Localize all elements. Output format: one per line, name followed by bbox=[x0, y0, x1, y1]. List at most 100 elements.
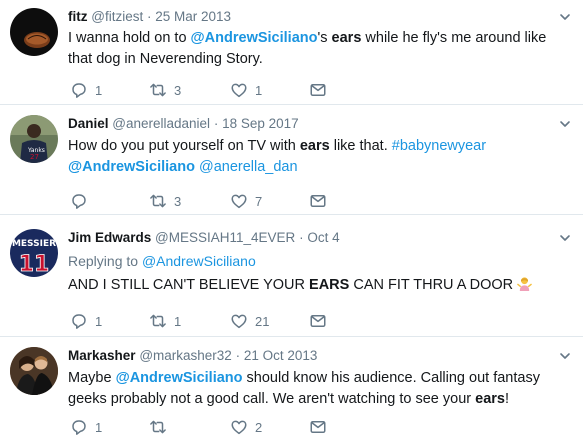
mention-link[interactable]: @AndrewSiciliano bbox=[68, 159, 195, 175]
replying-label: Replying to bbox=[68, 253, 142, 269]
message-icon bbox=[309, 312, 327, 330]
highlight-term: ears bbox=[475, 391, 505, 407]
retweet-icon bbox=[149, 192, 167, 210]
retweet-button[interactable]: 3 bbox=[149, 190, 181, 212]
jersey-text: MESSIER bbox=[12, 239, 56, 249]
reply-button[interactable] bbox=[70, 190, 95, 212]
text-segment: How do you put yourself on TV with bbox=[68, 138, 300, 154]
retweet-button[interactable]: 3 bbox=[149, 79, 181, 101]
user-handle[interactable]: @anerelladaniel bbox=[112, 116, 210, 131]
highlight-term: EARS bbox=[309, 277, 350, 293]
mention-link[interactable]: @AndrewSiciliano bbox=[116, 370, 243, 386]
like-button[interactable]: 2 bbox=[230, 416, 262, 438]
like-count: 1 bbox=[255, 82, 263, 98]
display-name[interactable]: Jim Edwards bbox=[68, 230, 151, 245]
tweet-text: Maybe @AndrewSiciliano should know his a… bbox=[68, 368, 569, 410]
tweet-header: fitz @fitziest · 25 Mar 2013 bbox=[68, 8, 553, 26]
mention-text: @AndrewSiciliano bbox=[115, 370, 243, 386]
display-name[interactable]: Daniel bbox=[68, 116, 109, 131]
chevron-down-icon[interactable] bbox=[559, 10, 571, 22]
hashtag-link[interactable]: #babynewyear bbox=[392, 138, 486, 154]
tweet-actions: 1 1 21 bbox=[68, 310, 328, 332]
reply-button[interactable]: 1 bbox=[70, 79, 102, 101]
mention-link[interactable]: @anerella_dan bbox=[199, 159, 298, 175]
message-button[interactable] bbox=[309, 310, 327, 332]
avatar[interactable] bbox=[10, 347, 58, 395]
like-icon bbox=[230, 312, 248, 330]
text-segment: 's bbox=[317, 30, 332, 46]
like-button[interactable]: 7 bbox=[230, 190, 262, 212]
chevron-down-icon[interactable] bbox=[559, 231, 571, 243]
tweet-header: Markasher @markasher32 · 21 Oct 2013 bbox=[68, 347, 553, 365]
like-button[interactable]: 21 bbox=[230, 310, 269, 332]
replying-to-link[interactable]: @AndrewSiciliano bbox=[142, 253, 256, 269]
reply-button[interactable]: 1 bbox=[70, 310, 102, 332]
message-button[interactable] bbox=[309, 79, 327, 101]
svg-text:27: 27 bbox=[30, 153, 39, 161]
reply-icon bbox=[70, 81, 88, 99]
reply-icon bbox=[70, 418, 88, 436]
text-segment: Maybe bbox=[68, 370, 116, 386]
text-segment: like that. bbox=[329, 138, 392, 154]
separator-dot: · bbox=[299, 230, 304, 245]
mention-text: @AndrewSiciliano bbox=[68, 159, 195, 175]
message-icon bbox=[309, 81, 327, 99]
mention-text: @AndrewSiciliano bbox=[190, 30, 318, 46]
like-count: 7 bbox=[255, 193, 263, 209]
display-name[interactable]: Markasher bbox=[68, 348, 136, 363]
reply-count: 1 bbox=[95, 313, 103, 329]
text-segment: AND I STILL CAN'T BELIEVE YOUR bbox=[68, 277, 310, 293]
message-icon bbox=[309, 418, 327, 436]
retweet-button[interactable] bbox=[149, 416, 174, 438]
reply-button[interactable]: 1 bbox=[70, 416, 102, 438]
tweet[interactable]: MESSIER 11 Jim Edwards @MESSIAH11_4EVER … bbox=[0, 215, 583, 337]
highlight-term: ears bbox=[331, 30, 362, 46]
chevron-down-icon[interactable] bbox=[559, 117, 571, 129]
avatar[interactable] bbox=[10, 8, 58, 56]
reply-count: 1 bbox=[95, 419, 103, 435]
tweet-header: Jim Edwards @MESSIAH11_4EVER · Oct 4 bbox=[68, 229, 553, 247]
jersey-number: 11 bbox=[19, 252, 50, 277]
display-name[interactable]: fitz bbox=[68, 9, 88, 24]
text-segment: CAN FIT THRU A DOOR bbox=[349, 277, 514, 293]
tweet[interactable]: fitz @fitziest · 25 Mar 2013 I wanna hol… bbox=[0, 0, 583, 105]
like-icon bbox=[230, 81, 248, 99]
like-icon bbox=[230, 192, 248, 210]
like-button[interactable]: 1 bbox=[230, 79, 262, 101]
tweet-date[interactable]: 18 Sep 2017 bbox=[222, 116, 299, 131]
retweet-count: 1 bbox=[174, 313, 182, 329]
user-handle[interactable]: @markasher32 bbox=[139, 348, 232, 363]
like-icon bbox=[230, 418, 248, 436]
tweet-actions: 1 2 bbox=[68, 416, 328, 438]
user-handle[interactable]: @fitziest bbox=[91, 9, 143, 24]
avatar[interactable]: MESSIER 11 bbox=[10, 229, 58, 277]
replying-to: Replying to @AndrewSiciliano bbox=[68, 251, 569, 272]
avatar[interactable]: Yanks 27 bbox=[10, 115, 58, 163]
text-segment: ! bbox=[504, 391, 510, 407]
retweet-button[interactable]: 1 bbox=[149, 310, 181, 332]
mention-link[interactable]: @AndrewSiciliano bbox=[191, 30, 318, 46]
tweet-date[interactable]: 25 Mar 2013 bbox=[155, 9, 231, 24]
reply-icon bbox=[70, 192, 88, 210]
chevron-down-icon[interactable] bbox=[559, 349, 571, 361]
tweet-actions: 1 3 1 bbox=[68, 79, 328, 101]
tweet-date[interactable]: Oct 4 bbox=[307, 230, 339, 245]
message-button[interactable] bbox=[309, 416, 327, 438]
separator-dot: · bbox=[235, 348, 241, 363]
message-icon bbox=[309, 192, 327, 210]
like-count: 2 bbox=[255, 419, 263, 435]
tweet-text: I wanna hold on to @AndrewSiciliano's ea… bbox=[68, 28, 569, 70]
tweet[interactable]: Yanks 27 Daniel @anerelladaniel · 18 Sep… bbox=[0, 105, 583, 215]
tweet-header: Daniel @anerelladaniel · 18 Sep 2017 bbox=[68, 115, 553, 133]
retweet-icon bbox=[149, 81, 167, 99]
retweet-icon bbox=[149, 312, 167, 330]
user-handle[interactable]: @MESSIAH11_4EVER bbox=[155, 230, 295, 245]
message-button[interactable] bbox=[309, 190, 327, 212]
tweet-date[interactable]: 21 Oct 2013 bbox=[244, 348, 318, 363]
tweet[interactable]: Markasher @markasher32 · 21 Oct 2013 May… bbox=[0, 337, 583, 443]
retweet-count: 3 bbox=[174, 82, 182, 98]
retweet-icon bbox=[149, 418, 167, 436]
separator-dot: · bbox=[213, 116, 219, 131]
person-shrugging-emoji-icon bbox=[517, 277, 532, 291]
like-count: 21 bbox=[255, 313, 270, 329]
